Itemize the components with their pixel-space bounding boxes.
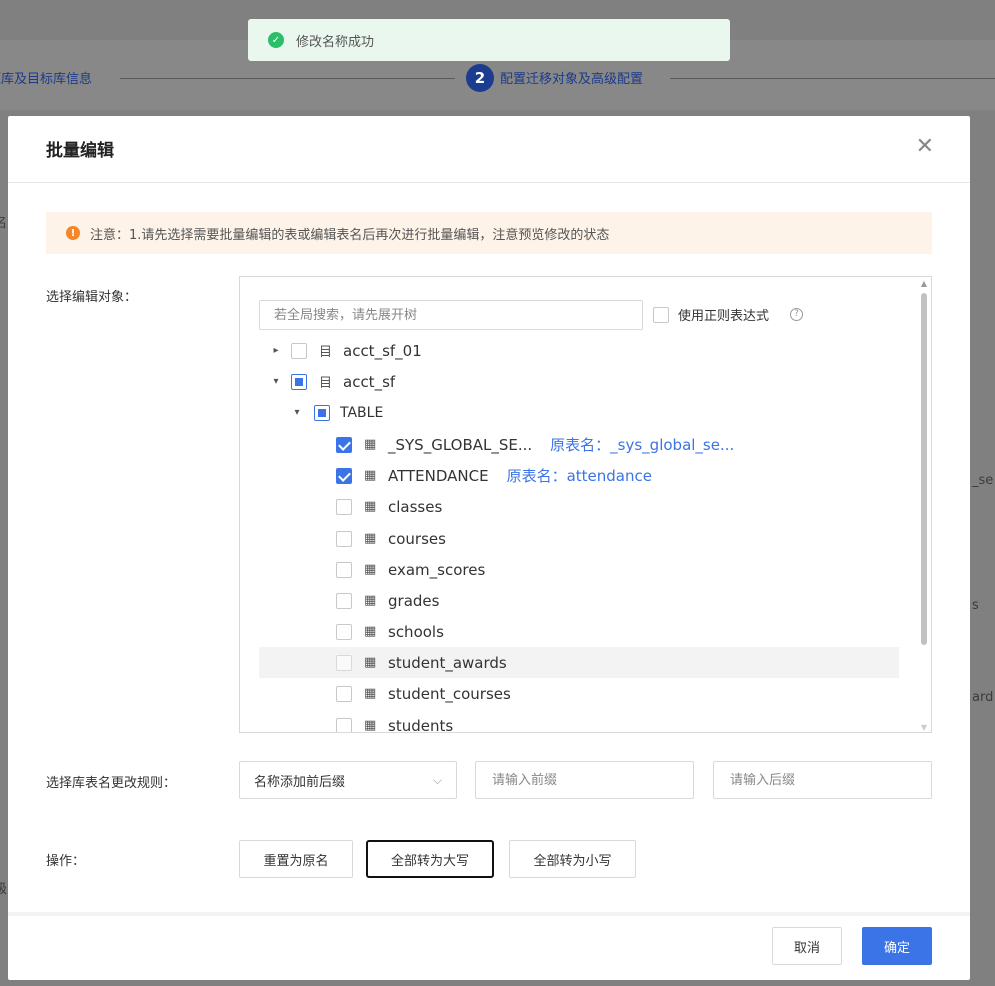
close-icon[interactable]: ✕ bbox=[916, 136, 934, 158]
tree-scrollbar[interactable] bbox=[921, 293, 927, 645]
original-name-label: 原表名：_sys_global_se... bbox=[550, 436, 735, 454]
reset-name-button[interactable]: 重置为原名 bbox=[239, 840, 353, 878]
tree-checkbox[interactable] bbox=[336, 561, 352, 578]
batch-edit-modal: 批量编辑 ✕ ! 注意：1.请先选择需要批量编辑的表或编辑表名后再次进行批量编辑… bbox=[8, 116, 970, 980]
tree-node-acct-sf[interactable]: ▾ 目 acct_sf bbox=[240, 366, 900, 397]
tree-checkbox[interactable] bbox=[336, 467, 352, 484]
table-icon: ▦ bbox=[364, 562, 377, 577]
tree-checkbox[interactable] bbox=[291, 342, 307, 359]
toast-message: 修改名称成功 bbox=[296, 34, 375, 50]
tree-checkbox[interactable] bbox=[336, 592, 352, 609]
tree-node-table[interactable]: ▦ ATTENDANCE 原表名：attendance bbox=[240, 460, 900, 491]
modal-header: 批量编辑 ✕ bbox=[8, 116, 970, 183]
bg-fragment-ard: ard bbox=[972, 690, 994, 705]
tree-search-input[interactable] bbox=[259, 300, 643, 330]
bg-fragment-left2: 级 bbox=[0, 882, 8, 897]
tree-node-table[interactable]: ▦ classes bbox=[240, 491, 900, 522]
chevron-down-icon: ⌵ bbox=[432, 772, 442, 787]
tree-node-label: TABLE bbox=[340, 404, 384, 421]
tree-node-table[interactable]: ▦ _SYS_GLOBAL_SE... 原表名：_sys_global_se..… bbox=[240, 429, 900, 460]
step-connector-2 bbox=[670, 78, 995, 79]
check-circle-icon: ✓ bbox=[268, 32, 284, 48]
tree-node-label: acct_sf_01 bbox=[343, 341, 422, 360]
table-icon: ▦ bbox=[364, 531, 377, 546]
step2-label: 配置迁移对象及高级配置 bbox=[500, 72, 644, 87]
tree-node-table[interactable]: ▦ exam_scores bbox=[240, 554, 900, 585]
tree-node-table[interactable]: ▦ courses bbox=[240, 523, 900, 554]
uppercase-button[interactable]: 全部转为大写 bbox=[366, 840, 494, 878]
notice-banner: ! 注意：1.请先选择需要批量编辑的表或编辑表名后再次进行批量编辑，注意预览修改… bbox=[46, 212, 932, 254]
table-icon: ▦ bbox=[364, 593, 377, 608]
tree-node-label: student_courses bbox=[388, 684, 511, 703]
tree-node-label: students bbox=[388, 716, 454, 733]
step-connector-1 bbox=[120, 78, 455, 79]
tree-node-label: classes bbox=[388, 497, 443, 516]
scroll-down-icon[interactable]: ▼ bbox=[921, 723, 927, 732]
footer-divider bbox=[8, 912, 970, 916]
tree-checkbox[interactable] bbox=[336, 530, 352, 547]
tree-node-label: schools bbox=[388, 622, 444, 641]
database-icon: 目 bbox=[319, 376, 333, 391]
tree-node-label: acct_sf bbox=[343, 372, 396, 391]
lowercase-button[interactable]: 全部转为小写 bbox=[509, 840, 636, 878]
tree-node-table[interactable]: ▦ schools bbox=[240, 616, 900, 647]
table-icon: ▦ bbox=[364, 655, 377, 670]
tree-node-table[interactable]: ▦ student_awards bbox=[259, 647, 899, 678]
tree-node-label: courses bbox=[388, 529, 446, 548]
bg-fragment-left1: 名 bbox=[0, 216, 8, 231]
cancel-button[interactable]: 取消 bbox=[772, 927, 842, 965]
table-icon: ▦ bbox=[364, 437, 377, 452]
tree-checkbox[interactable] bbox=[314, 404, 330, 421]
help-icon[interactable]: ? bbox=[790, 308, 803, 321]
suffix-input[interactable] bbox=[713, 761, 932, 799]
tree-node-table[interactable]: ▦ student_courses bbox=[240, 678, 900, 709]
original-name-label: 原表名：attendance bbox=[506, 467, 652, 485]
step2-number: 2 bbox=[466, 64, 494, 92]
tree-node-label: student_awards bbox=[388, 653, 507, 672]
tree-node-label: grades bbox=[388, 591, 440, 610]
rule-select-value: 名称添加前后缀 bbox=[254, 774, 346, 790]
tree-node-table-group[interactable]: ▾ TABLE bbox=[240, 397, 900, 428]
step1-label: 源库及目标库信息 bbox=[0, 72, 93, 87]
table-icon: ▦ bbox=[364, 686, 377, 701]
bg-fragment-se: _se bbox=[972, 473, 994, 488]
caret-right-icon[interactable]: ▸ bbox=[271, 345, 281, 356]
scroll-up-icon[interactable]: ▲ bbox=[921, 279, 927, 288]
tree-checkbox[interactable] bbox=[336, 717, 352, 732]
object-tree-panel: 使用正则表达式 ? ▸ 目 acct_sf_01 ▾ 目 acct_sf ▾ T… bbox=[239, 276, 932, 733]
select-object-label: 选择编辑对象： bbox=[46, 290, 138, 305]
rule-select[interactable]: 名称添加前后缀 ⌵ bbox=[239, 761, 457, 799]
modal-title: 批量编辑 bbox=[46, 141, 114, 161]
bg-fragment-s: s bbox=[972, 598, 979, 613]
table-icon: ▦ bbox=[364, 718, 377, 733]
warning-icon: ! bbox=[66, 226, 80, 240]
confirm-button[interactable]: 确定 bbox=[862, 927, 932, 965]
tree-checkbox[interactable] bbox=[336, 498, 352, 515]
rule-label: 选择库表名更改规则： bbox=[46, 776, 177, 791]
prefix-input[interactable] bbox=[475, 761, 694, 799]
caret-down-icon[interactable]: ▾ bbox=[271, 376, 281, 387]
table-icon: ▦ bbox=[364, 624, 377, 639]
tree-checkbox[interactable] bbox=[336, 623, 352, 640]
tree-checkbox[interactable] bbox=[336, 654, 352, 671]
tree-node-label: _SYS_GLOBAL_SE... bbox=[388, 435, 533, 454]
tree-node-table[interactable]: ▦ grades bbox=[240, 585, 900, 616]
tree-checkbox[interactable] bbox=[336, 436, 352, 453]
database-icon: 目 bbox=[319, 345, 333, 360]
tree-node-table[interactable]: ▦ students bbox=[240, 710, 900, 733]
notice-text: 注意：1.请先选择需要批量编辑的表或编辑表名后再次进行批量编辑，注意预览修改的状… bbox=[90, 227, 610, 243]
tree-node-label: ATTENDANCE bbox=[388, 466, 489, 485]
tree-node-acct-sf-01[interactable]: ▸ 目 acct_sf_01 bbox=[240, 335, 900, 366]
operation-label: 操作： bbox=[46, 854, 86, 869]
table-icon: ▦ bbox=[364, 499, 377, 514]
caret-down-icon[interactable]: ▾ bbox=[292, 407, 302, 418]
regex-checkbox[interactable] bbox=[653, 307, 669, 323]
success-toast: ✓ 修改名称成功 bbox=[248, 19, 730, 61]
table-icon: ▦ bbox=[364, 468, 377, 483]
tree-node-label: exam_scores bbox=[388, 560, 486, 579]
tree-checkbox[interactable] bbox=[336, 685, 352, 702]
tree-checkbox[interactable] bbox=[291, 373, 307, 390]
regex-label: 使用正则表达式 bbox=[678, 309, 770, 324]
